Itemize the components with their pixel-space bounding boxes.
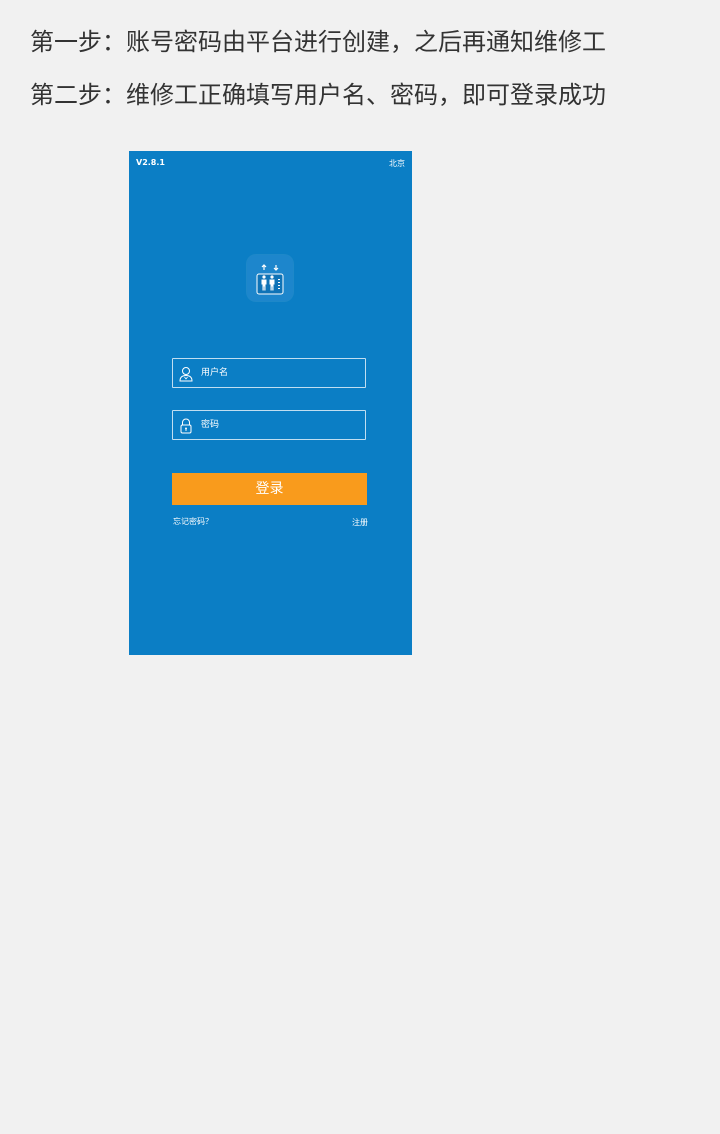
city-selector[interactable]: 北京 [389,158,405,169]
password-input[interactable] [201,411,361,439]
user-icon [179,367,193,382]
instructions: 第一步：账号密码由平台进行创建，之后再通知维修工 第二步：维修工正确填写用户名、… [30,26,710,132]
username-input[interactable] [201,359,361,387]
login-button[interactable]: 登录 [172,473,367,505]
username-field[interactable] [172,358,366,388]
step-two-text: 第二步：维修工正确填写用户名、密码，即可登录成功 [30,81,606,109]
forgot-password-link[interactable]: 忘记密码？ [173,516,213,527]
app-version: V2.8.1 [136,158,165,167]
register-link[interactable]: 注册 [352,517,368,528]
lock-icon [180,418,192,434]
app-login-screenshot: V2.8.1 北京 用户名 登录 忘记密码？ 注册 [129,151,412,655]
elevator-icon [247,255,293,301]
step-one-text: 第一步：账号密码由平台进行创建，之后再通知维修工 [30,28,606,56]
password-field[interactable] [172,410,366,440]
